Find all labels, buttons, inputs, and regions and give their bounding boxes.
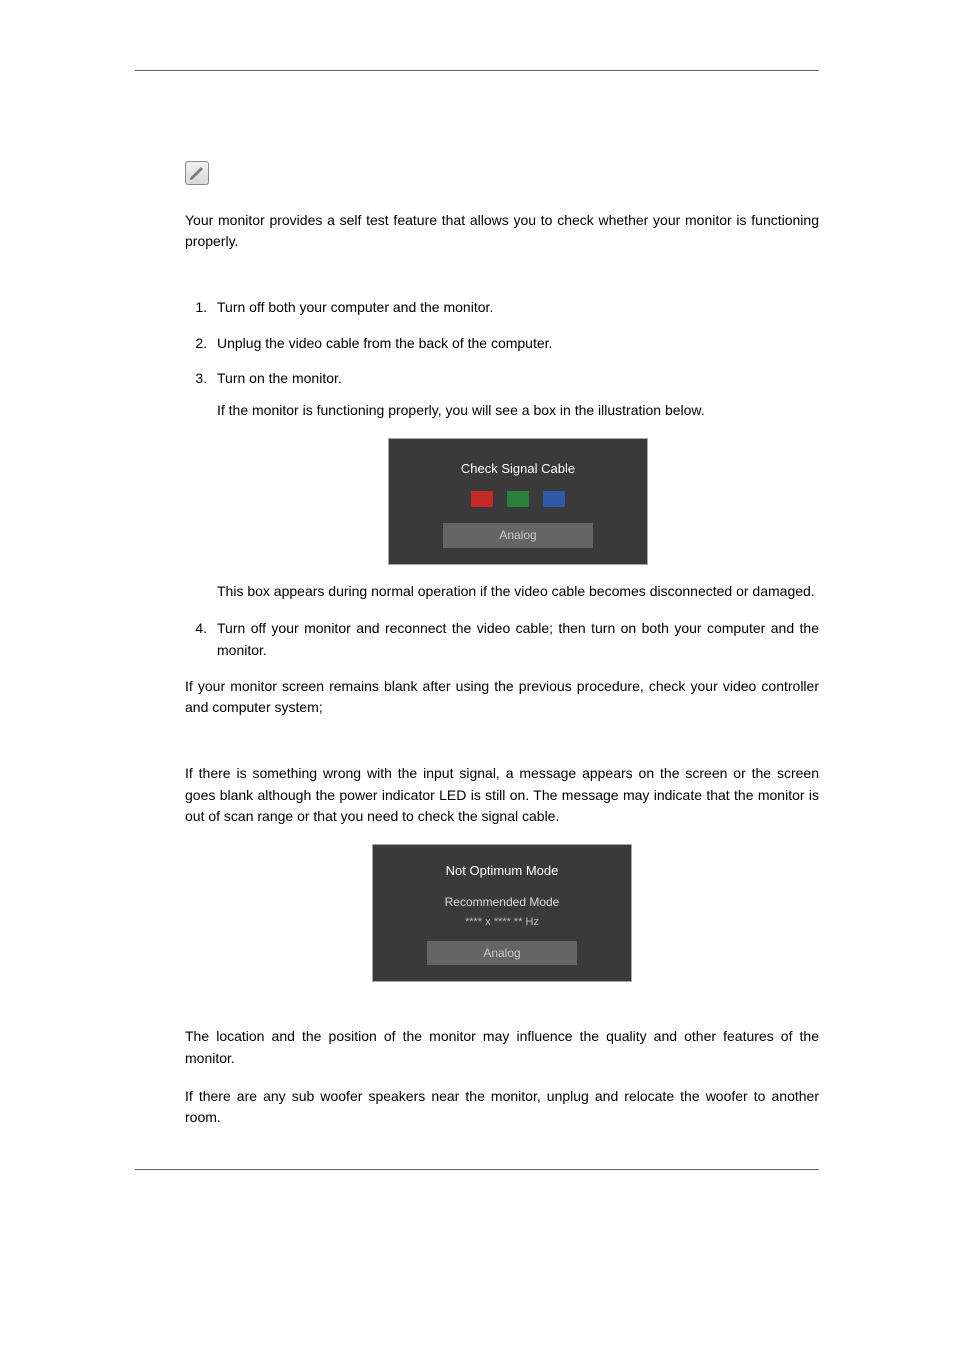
osd-check-signal: Check Signal Cable Analog: [388, 438, 648, 565]
post-steps-paragraph: If your monitor screen remains blank aft…: [185, 676, 819, 719]
swatch-green-icon: [507, 491, 529, 507]
osd1-mode: Analog: [443, 523, 593, 548]
top-divider: [135, 70, 819, 71]
swatch-blue-icon: [543, 491, 565, 507]
step-4: Turn off your monitor and reconnect the …: [211, 618, 819, 661]
osd2-meta: **** x **** ** Hz: [387, 914, 617, 931]
step-1-text: Turn off both your computer and the moni…: [217, 299, 493, 315]
osd1-color-swatches: [403, 491, 633, 507]
step-3-text: Turn on the monitor.: [217, 370, 342, 386]
osd2-title: Not Optimum Mode: [387, 861, 617, 881]
osd2-mode: Analog: [427, 941, 577, 966]
intro-paragraph: Your monitor provides a self test featur…: [185, 210, 819, 253]
osd2-subtitle: Recommended Mode: [387, 893, 617, 912]
osd-check-signal-figure: Check Signal Cable Analog: [217, 438, 819, 565]
step-4-text: Turn off your monitor and reconnect the …: [217, 620, 819, 658]
osd-not-optimum: Not Optimum Mode Recommended Mode **** x…: [372, 844, 632, 982]
environment-paragraph-1: The location and the position of the mon…: [185, 1026, 819, 1069]
swatch-red-icon: [471, 491, 493, 507]
step-3-note-1: If the monitor is functioning properly, …: [217, 400, 819, 422]
steps-list: Turn off both your computer and the moni…: [185, 297, 819, 662]
bottom-divider: [135, 1169, 819, 1170]
osd-not-optimum-figure: Not Optimum Mode Recommended Mode **** x…: [185, 844, 819, 982]
environment-paragraph-2: If there are any sub woofer speakers nea…: [185, 1086, 819, 1129]
note-icon: [185, 161, 209, 185]
step-2: Unplug the video cable from the back of …: [211, 333, 819, 355]
step-2-text: Unplug the video cable from the back of …: [217, 335, 552, 351]
step-3: Turn on the monitor. If the monitor is f…: [211, 368, 819, 602]
step-1: Turn off both your computer and the moni…: [211, 297, 819, 319]
main-content: Your monitor provides a self test featur…: [185, 161, 819, 1129]
osd1-title: Check Signal Cable: [403, 459, 633, 479]
step-3-note-2: This box appears during normal operation…: [217, 581, 819, 603]
warning-paragraph: If there is something wrong with the inp…: [185, 763, 819, 828]
